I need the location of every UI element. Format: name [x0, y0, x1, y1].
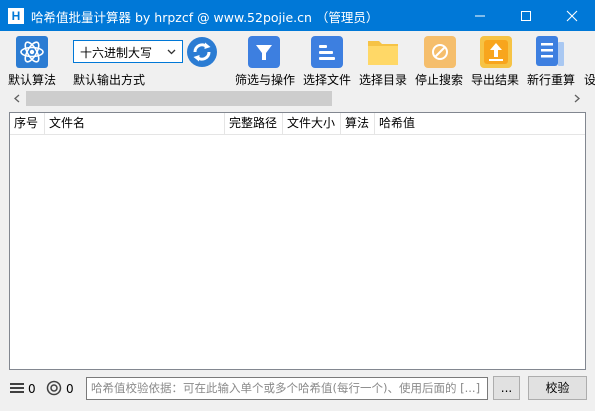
column-index[interactable]: 序号 [10, 113, 45, 134]
column-file-size[interactable]: 文件大小 [283, 113, 341, 134]
chevron-down-icon [167, 49, 176, 55]
export-label[interactable]: 导出结果 [471, 71, 519, 88]
select-files-label[interactable]: 选择文件 [303, 71, 351, 88]
scrollbar-thumb[interactable] [26, 91, 332, 106]
close-button[interactable] [549, 0, 595, 31]
column-algorithm[interactable]: 算法 [341, 113, 375, 134]
maximize-button[interactable] [503, 0, 549, 31]
hash-reference-input[interactable]: 哈希值校验依据：可在此输入单个或多个哈希值(每行一个)、使用后面的 [...] [86, 377, 488, 400]
status-bar: 0 0 哈希值校验依据：可在此输入单个或多个哈希值(每行一个)、使用后面的 [.… [0, 371, 595, 411]
title-bar[interactable]: H 哈希值批量计算器 by hrpzcf @ www.52pojie.cn （管… [0, 0, 595, 31]
close-icon [566, 10, 578, 22]
horizontal-scrollbar[interactable] [9, 90, 585, 107]
settings-label-clipped[interactable]: 设 [584, 71, 595, 88]
column-full-path[interactable]: 完整路径 [225, 113, 283, 134]
minimize-button[interactable] [457, 0, 503, 31]
file-list-icon[interactable] [311, 36, 343, 68]
stop-icon[interactable] [424, 36, 456, 68]
list-header: 序号 文件名 完整路径 文件大小 算法 哈希值 [10, 113, 585, 135]
browse-button[interactable]: ... [493, 376, 520, 400]
output-format-label: 默认输出方式 [73, 73, 146, 87]
filter-icon[interactable] [248, 36, 280, 68]
column-hash[interactable]: 哈希值 [375, 113, 585, 134]
window-title: 哈希值批量计算器 by hrpzcf @ www.52pojie.cn （管理员… [31, 10, 379, 25]
verify-button[interactable]: 校验 [528, 376, 587, 400]
select-directory-label[interactable]: 选择目录 [359, 71, 407, 88]
list-icon [10, 383, 24, 393]
output-format-select[interactable]: 十六进制大写 [73, 40, 183, 63]
match-count: 0 [66, 382, 74, 396]
refresh-icon[interactable] [186, 36, 218, 68]
atom-icon[interactable] [16, 36, 48, 68]
minimize-icon [475, 15, 485, 17]
folder-icon[interactable] [367, 36, 399, 68]
export-icon[interactable] [480, 36, 512, 68]
column-filename[interactable]: 文件名 [45, 113, 225, 134]
toolbar: 默认算法 十六进制大写 默认输出方式 筛选与操作 选择文件 选择目录 停止搜索 [0, 31, 595, 89]
file-count: 0 [28, 382, 36, 396]
scroll-right-icon[interactable] [573, 94, 581, 103]
output-format-value: 十六进制大写 [80, 46, 153, 60]
app-logo: H [8, 8, 24, 24]
default-algorithm-label[interactable]: 默认算法 [8, 71, 56, 88]
target-icon [46, 380, 62, 396]
filter-label[interactable]: 筛选与操作 [235, 71, 295, 88]
recalculate-icon[interactable] [534, 36, 566, 68]
file-list[interactable]: 序号 文件名 完整路径 文件大小 算法 哈希值 [9, 112, 586, 370]
scroll-left-icon[interactable] [13, 94, 21, 103]
maximize-icon [521, 11, 531, 21]
new-row-recalculate-label[interactable]: 新行重算 [527, 71, 575, 88]
stop-search-label[interactable]: 停止搜索 [415, 71, 463, 88]
